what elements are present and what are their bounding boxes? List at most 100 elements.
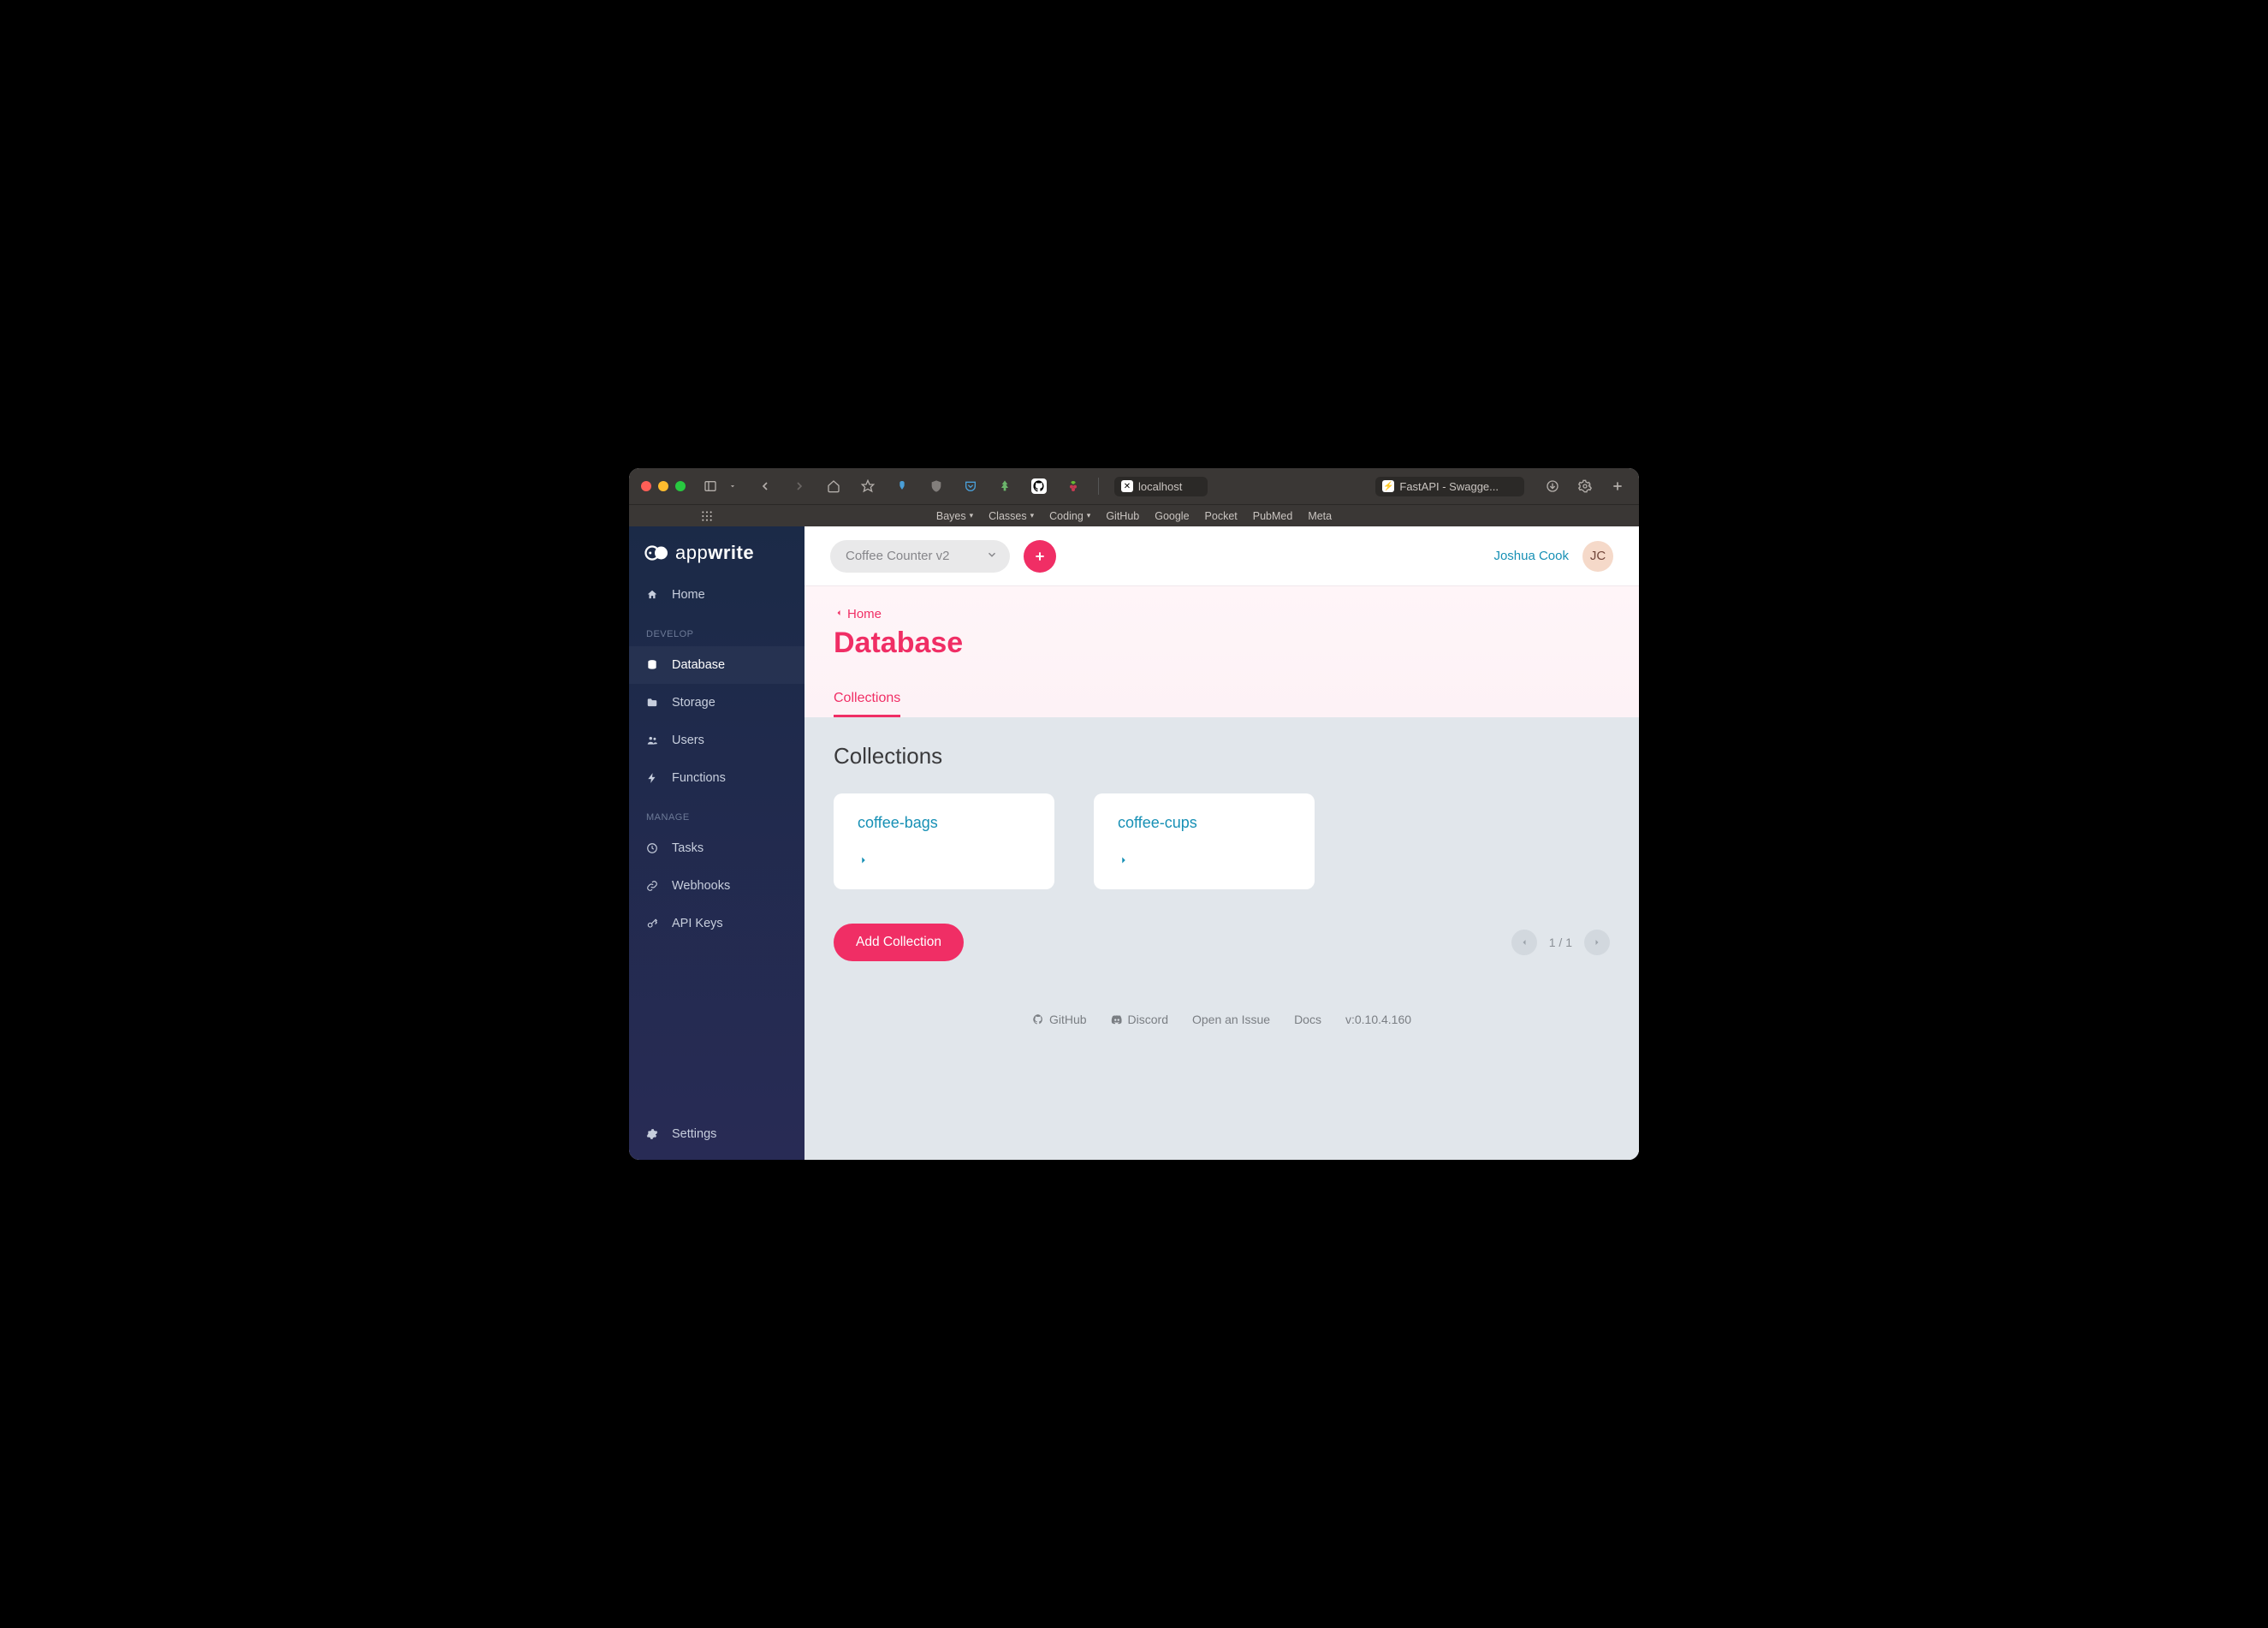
bookmark-item[interactable]: Pocket bbox=[1205, 510, 1238, 522]
topbar: Coffee Counter v2 Joshua Cook JC bbox=[804, 526, 1639, 586]
breadcrumb-label: Home bbox=[847, 607, 882, 621]
database-icon bbox=[646, 659, 660, 671]
sidebar-section-manage: MANAGE bbox=[629, 797, 804, 829]
shield-icon[interactable] bbox=[927, 479, 946, 493]
sidebar-item-label: Home bbox=[672, 588, 705, 602]
pager-prev-button[interactable] bbox=[1511, 930, 1537, 955]
user-name-link[interactable]: Joshua Cook bbox=[1493, 549, 1569, 563]
tab-favicon-icon: ⚡ bbox=[1382, 480, 1394, 492]
footer-discord-link[interactable]: Discord bbox=[1111, 1013, 1168, 1026]
bookmark-item[interactable]: Bayes▾ bbox=[936, 510, 973, 522]
downloads-icon[interactable] bbox=[1543, 479, 1562, 493]
avatar[interactable]: JC bbox=[1582, 541, 1613, 572]
collection-card[interactable]: coffee-bags bbox=[834, 793, 1054, 889]
section-title: Collections bbox=[834, 743, 1610, 769]
main-content: Coffee Counter v2 Joshua Cook JC Home Da… bbox=[804, 526, 1639, 1160]
honey-ext-icon[interactable] bbox=[893, 479, 911, 493]
pager-label: 1 / 1 bbox=[1549, 936, 1572, 949]
add-project-button[interactable] bbox=[1024, 540, 1056, 573]
breadcrumb[interactable]: Home bbox=[834, 607, 1610, 621]
sidebar-item-webhooks[interactable]: Webhooks bbox=[629, 867, 804, 905]
sidebar-item-users[interactable]: Users bbox=[629, 722, 804, 759]
key-icon bbox=[646, 918, 660, 930]
actions-row: Add Collection 1 / 1 bbox=[834, 924, 1610, 961]
browser-window: ✕ localhost ⚡ FastAPI - Swagge... Bayes▾… bbox=[629, 468, 1639, 1160]
titlebar: ✕ localhost ⚡ FastAPI - Swagge... bbox=[629, 468, 1639, 504]
sidebar-item-label: Storage bbox=[672, 696, 715, 710]
maximize-window-button[interactable] bbox=[675, 481, 686, 491]
bookmark-bar: Bayes▾ Classes▾ Coding▾ GitHub Google Po… bbox=[629, 504, 1639, 526]
close-window-button[interactable] bbox=[641, 481, 651, 491]
browser-tab-active[interactable]: ✕ localhost bbox=[1114, 477, 1208, 496]
chevron-left-icon bbox=[834, 607, 844, 621]
bookmark-star-icon[interactable] bbox=[858, 479, 877, 493]
collection-name: coffee-cups bbox=[1118, 814, 1291, 832]
sidebar-item-storage[interactable]: Storage bbox=[629, 684, 804, 722]
sidebar-item-home[interactable]: Home bbox=[629, 576, 804, 614]
bookmark-item[interactable]: Meta bbox=[1308, 510, 1332, 522]
chevron-right-icon bbox=[1118, 855, 1130, 870]
logo-mark-icon bbox=[644, 544, 670, 562]
chevron-down-icon: ▾ bbox=[1087, 511, 1091, 520]
logo[interactable]: appwrite bbox=[629, 542, 804, 576]
collection-card[interactable]: coffee-cups bbox=[1094, 793, 1315, 889]
project-selector[interactable]: Coffee Counter v2 bbox=[830, 540, 1010, 573]
sidebar-item-functions[interactable]: Functions bbox=[629, 759, 804, 797]
bookmark-item[interactable]: Coding▾ bbox=[1049, 510, 1090, 522]
github-ext-icon[interactable] bbox=[1030, 478, 1048, 494]
apps-grid-icon[interactable] bbox=[698, 509, 716, 523]
chevron-down-icon[interactable] bbox=[728, 479, 737, 493]
forward-icon[interactable] bbox=[790, 479, 809, 493]
sidebar-item-label: Tasks bbox=[672, 841, 704, 855]
logo-text: appwrite bbox=[675, 542, 754, 564]
new-tab-icon[interactable] bbox=[1608, 479, 1627, 493]
bookmark-item[interactable]: Google bbox=[1155, 510, 1189, 522]
bookmark-item[interactable]: Classes▾ bbox=[989, 510, 1034, 522]
footer-docs-link[interactable]: Docs bbox=[1294, 1013, 1321, 1026]
footer-github-link[interactable]: GitHub bbox=[1032, 1013, 1087, 1026]
link-icon bbox=[646, 880, 660, 892]
sidebar-item-settings[interactable]: Settings bbox=[629, 1115, 804, 1160]
sidebar-item-apikeys[interactable]: API Keys bbox=[629, 905, 804, 942]
folder-icon bbox=[646, 697, 660, 709]
clock-icon bbox=[646, 842, 660, 854]
content-area: Collections coffee-bags coffee-cups Add … bbox=[804, 717, 1639, 1160]
sidebar-item-label: Settings bbox=[672, 1127, 716, 1141]
collection-cards: coffee-bags coffee-cups bbox=[834, 793, 1610, 889]
home-icon[interactable] bbox=[824, 479, 843, 493]
bookmark-item[interactable]: PubMed bbox=[1253, 510, 1293, 522]
sidebar-toggle-icon[interactable] bbox=[701, 479, 720, 493]
settings-gear-icon[interactable] bbox=[1576, 479, 1594, 493]
sidebar-item-label: Webhooks bbox=[672, 879, 730, 893]
pager-next-button[interactable] bbox=[1584, 930, 1610, 955]
minimize-window-button[interactable] bbox=[658, 481, 668, 491]
pager: 1 / 1 bbox=[1511, 930, 1610, 955]
chevron-down-icon: ▾ bbox=[970, 511, 974, 520]
tab-label: FastAPI - Swagge... bbox=[1399, 480, 1499, 493]
page-header: Home Database Collections bbox=[804, 586, 1639, 717]
bookmark-item[interactable]: GitHub bbox=[1106, 510, 1139, 522]
tree-ext-icon[interactable] bbox=[995, 479, 1014, 493]
back-icon[interactable] bbox=[756, 479, 775, 493]
home-icon bbox=[646, 589, 660, 601]
add-collection-button[interactable]: Add Collection bbox=[834, 924, 964, 961]
footer-version: v:0.10.4.160 bbox=[1345, 1013, 1411, 1026]
sidebar-item-label: Database bbox=[672, 658, 725, 672]
sidebar-item-label: Users bbox=[672, 734, 704, 747]
chevron-right-icon bbox=[858, 855, 870, 870]
sidebar: appwrite Home DEVELOP Database Storage U… bbox=[629, 526, 804, 1160]
sidebar-item-tasks[interactable]: Tasks bbox=[629, 829, 804, 867]
footer-issue-link[interactable]: Open an Issue bbox=[1192, 1013, 1270, 1026]
pocket-ext-icon[interactable] bbox=[961, 479, 980, 493]
gear-icon bbox=[646, 1128, 660, 1140]
sidebar-item-database[interactable]: Database bbox=[629, 646, 804, 684]
footer-links: GitHub Discord Open an Issue Docs v:0.10… bbox=[834, 1013, 1610, 1026]
raspberry-ext-icon[interactable] bbox=[1064, 479, 1083, 493]
collection-name: coffee-bags bbox=[858, 814, 1030, 832]
divider bbox=[1098, 478, 1099, 495]
tab-collections[interactable]: Collections bbox=[834, 682, 900, 717]
app-container: appwrite Home DEVELOP Database Storage U… bbox=[629, 526, 1639, 1160]
chevron-down-icon: ▾ bbox=[1030, 511, 1035, 520]
browser-tab[interactable]: ⚡ FastAPI - Swagge... bbox=[1375, 477, 1524, 496]
tab-label: localhost bbox=[1138, 480, 1182, 493]
